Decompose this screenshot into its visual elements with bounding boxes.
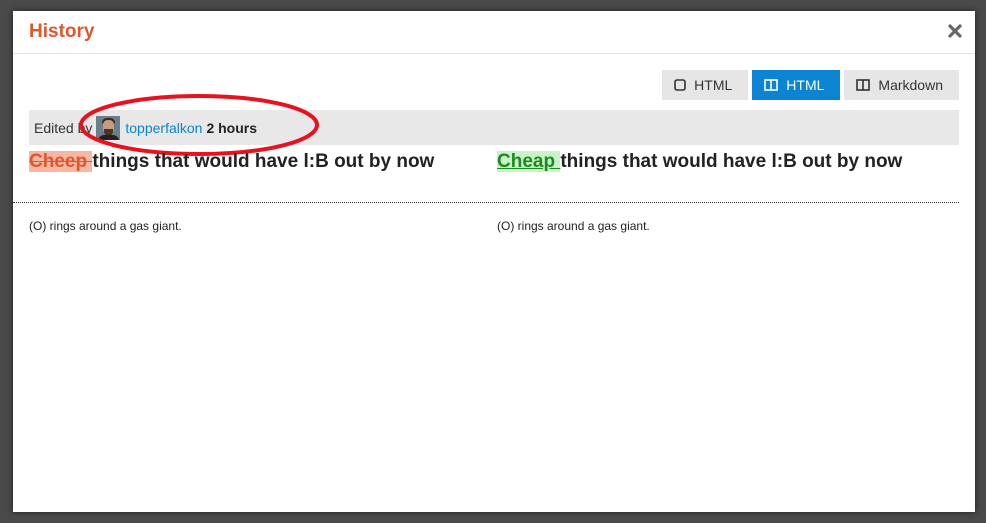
left-heading-text: things that would have l:B out by now [92, 151, 435, 172]
diff-right-heading: Cheap things that would have l:B out by … [497, 151, 947, 172]
diff-right-body: (O) rings around a gas giant. [497, 219, 650, 233]
markdown-label: Markdown [878, 77, 943, 93]
split-columns-icon [764, 79, 779, 91]
added-word: Cheap [497, 151, 561, 172]
close-icon[interactable] [947, 23, 963, 39]
html-inline-button[interactable]: HTML [662, 70, 749, 100]
html-side-by-side-button[interactable]: HTML [752, 70, 841, 100]
removed-word: Cheep [29, 151, 93, 172]
diff-left-body: (O) rings around a gas giant. [29, 219, 182, 233]
diff-right-column: Cheap things that would have l:B out by … [497, 151, 947, 172]
edited-by-label: Edited by [34, 119, 93, 136]
html-inline-label: HTML [694, 77, 733, 93]
html-side-by-side-label: HTML [786, 77, 825, 93]
modal-title: History [29, 21, 95, 42]
modal-header: History [13, 11, 975, 54]
view-toolbar: HTML HTML Markdown [662, 70, 959, 100]
diff-divider [13, 202, 959, 203]
user-link[interactable]: topperfalkon [125, 120, 202, 136]
markdown-button[interactable]: Markdown [844, 70, 959, 100]
split-columns-icon [856, 79, 871, 91]
modal-dialog: History HTML HTML Markdown Edited by top… [13, 11, 975, 512]
edited-by-bar: Edited by topperfalkon 2 hours [29, 110, 959, 145]
diff-left-column: Cheep things that would have l:B out by … [29, 151, 479, 172]
right-heading-text: things that would have l:B out by now [560, 151, 903, 172]
diff-left-heading: Cheep things that would have l:B out by … [29, 151, 479, 172]
avatar[interactable] [96, 115, 121, 140]
square-icon [674, 79, 686, 91]
edit-time: 2 hours [206, 119, 258, 136]
